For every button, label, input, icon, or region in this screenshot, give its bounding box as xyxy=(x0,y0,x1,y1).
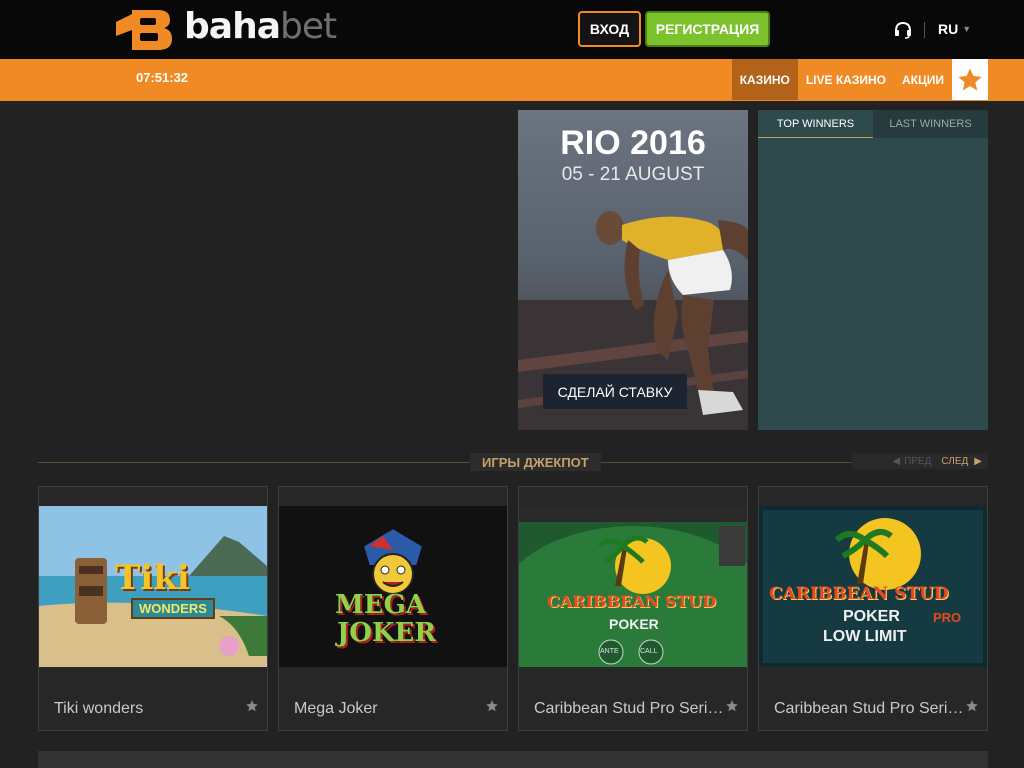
nav-item-live-casino[interactable]: LIVE КАЗИНО xyxy=(798,59,894,100)
language-selector[interactable]: RU ▼ xyxy=(938,21,971,37)
logo-wordmark-light: bet xyxy=(279,6,337,47)
banner-subtitle: 05 - 21 AUGUST xyxy=(561,164,705,185)
top-bar: bahabet ВХОД РЕГИСТРАЦИЯ RU ▼ xyxy=(0,0,1024,59)
place-bet-button[interactable]: СДЕЛАЙ СТАВКУ xyxy=(543,374,687,409)
stud-low-logo-text: CARIBBEAN STUD xyxy=(769,584,949,604)
bottom-content-strip xyxy=(38,751,988,768)
headset-icon[interactable] xyxy=(893,20,913,40)
jackpot-section-title: ИГРЫ ДЖЕКПОТ xyxy=(470,453,601,471)
stud-poker-text: POKER xyxy=(609,616,659,632)
next-label: СЛЕД xyxy=(941,455,969,467)
stud-low-poker-text: POKER xyxy=(843,608,900,625)
game-name[interactable]: Caribbean Stud Pro Series Low Limit xyxy=(774,700,964,718)
language-label: RU xyxy=(938,21,959,37)
tiki-logo-text: Tiki xyxy=(115,558,190,598)
favorites-button[interactable] xyxy=(952,59,988,100)
game-thumbnail[interactable]: CARIBBEAN STUD POKER ANTE CALL xyxy=(519,506,747,667)
login-button[interactable]: ВХОД xyxy=(578,11,641,47)
favorite-star-icon[interactable] xyxy=(245,699,259,713)
favorite-star-icon[interactable] xyxy=(725,699,739,713)
game-thumbnail[interactable]: MEGA JOKER xyxy=(279,506,507,667)
jackpot-games-grid: Tiki WONDERS Tiki wonders MEGA JOKER Meg… xyxy=(38,486,988,731)
winners-tabs: TOP WINNERS LAST WINNERS xyxy=(758,110,988,138)
tab-last-winners[interactable]: LAST WINNERS xyxy=(873,110,988,138)
game-name[interactable]: Caribbean Stud Pro Series xyxy=(534,700,724,718)
bahabet-logo-mark xyxy=(116,10,172,50)
sub-navigation-bar: 07:51:32 КАЗИНО LIVE КАЗИНО АКЦИИ xyxy=(0,59,1024,101)
ante-chip-label: ANTE xyxy=(600,648,619,655)
chevron-down-icon: ▼ xyxy=(962,24,972,34)
game-thumbnail[interactable]: Tiki WONDERS xyxy=(39,506,267,667)
prev-label: ПРЕД xyxy=(904,455,932,467)
next-button[interactable]: СЛЕД ▶ xyxy=(941,456,982,467)
game-card-tiki-wonders[interactable]: Tiki WONDERS Tiki wonders xyxy=(38,486,268,731)
stud-low-pro-text: PRO xyxy=(933,610,962,625)
game-card-mega-joker[interactable]: MEGA JOKER Mega Joker xyxy=(278,486,508,731)
nav-item-promotions[interactable]: АКЦИИ xyxy=(894,59,952,100)
main-nav: КАЗИНО LIVE КАЗИНО АКЦИИ xyxy=(731,59,952,100)
favorite-star-icon[interactable] xyxy=(965,699,979,713)
promo-banner[interactable]: RIO 2016 05 - 21 AUGUST СДЕЛАЙ СТАВКУ xyxy=(518,110,748,430)
joker-logo-text: JOKER xyxy=(337,618,436,648)
stud-low-limit-text: LOW LIMIT xyxy=(823,628,907,645)
chevron-left-icon: ◀ xyxy=(892,455,901,467)
banner-title: RIO 2016 xyxy=(560,124,706,162)
mega-logo-text: MEGA xyxy=(335,590,426,620)
winners-panel: TOP WINNERS LAST WINNERS xyxy=(758,110,988,430)
tab-top-winners[interactable]: TOP WINNERS xyxy=(758,110,873,138)
game-thumbnail[interactable]: CARIBBEAN STUD POKER PRO LOW LIMIT xyxy=(759,506,987,667)
nav-item-casino[interactable]: КАЗИНО xyxy=(731,59,798,100)
prev-button[interactable]: ◀ ПРЕД xyxy=(892,456,931,467)
logo-wordmark: bahabet xyxy=(184,6,337,47)
logo-wordmark-bold: baha xyxy=(184,6,281,47)
favorite-star-icon[interactable] xyxy=(485,699,499,713)
game-card-caribbean-stud[interactable]: CARIBBEAN STUD POKER ANTE CALL Caribbean… xyxy=(518,486,748,731)
game-name[interactable]: Mega Joker xyxy=(294,700,484,718)
call-chip-label: CALL xyxy=(640,648,658,655)
carousel-pager: ◀ ПРЕД СЛЕД ▶ xyxy=(852,453,988,469)
jackpot-section-header: ИГРЫ ДЖЕКПОТ ◀ ПРЕД СЛЕД ▶ xyxy=(38,450,988,474)
game-name[interactable]: Tiki wonders xyxy=(54,700,244,718)
register-button[interactable]: РЕГИСТРАЦИЯ xyxy=(645,11,770,47)
tiki-logo-subtext: WONDERS xyxy=(131,598,215,619)
star-icon xyxy=(958,67,982,90)
chevron-right-icon: ▶ xyxy=(974,455,982,467)
bahabet-logo[interactable]: bahabet xyxy=(114,0,337,54)
clock: 07:51:32 xyxy=(136,70,189,85)
game-card-caribbean-stud-low-limit[interactable]: CARIBBEAN STUD POKER PRO LOW LIMIT Carib… xyxy=(758,486,988,731)
header-divider xyxy=(924,22,925,38)
stud-logo-text: CARIBBEAN STUD xyxy=(547,592,717,611)
